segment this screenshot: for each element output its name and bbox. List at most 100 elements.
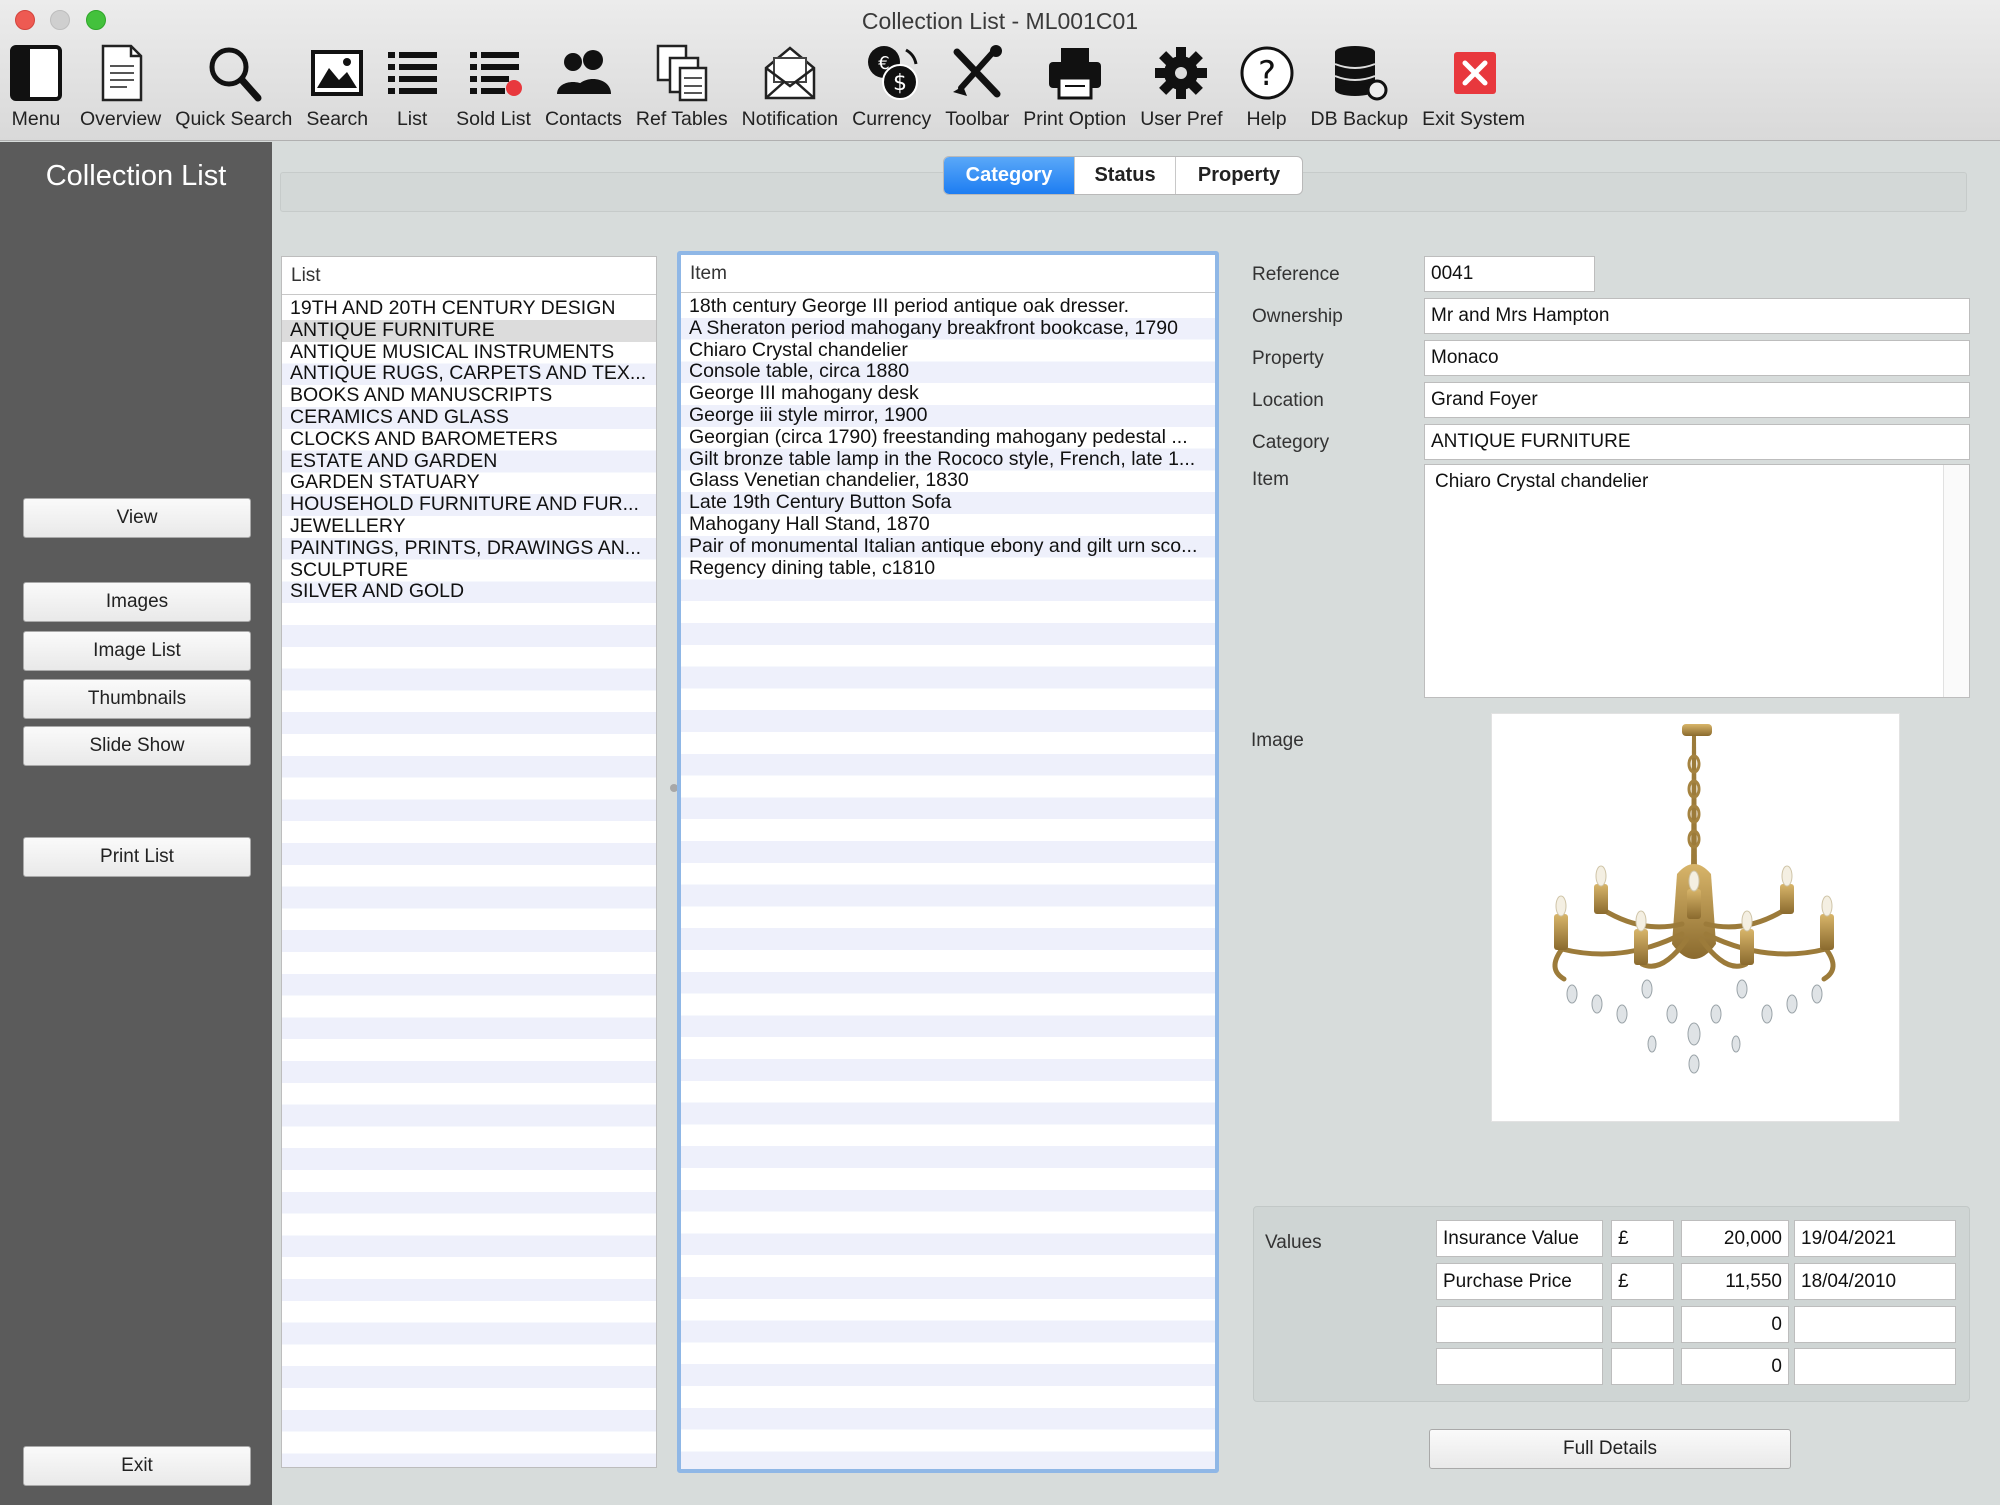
toolbar-sold-list-button[interactable]: Sold List (456, 42, 531, 131)
envelope-icon (764, 46, 816, 100)
magnifier-icon (209, 47, 262, 102)
slide-show-button[interactable]: Slide Show (23, 726, 251, 766)
list-item[interactable]: CERAMICS AND GLASS (282, 407, 656, 429)
property-field[interactable]: Monaco (1424, 340, 1970, 376)
currency-icon: €$ (867, 46, 918, 100)
list-item[interactable]: Gilt bronze table lamp in the Rococo sty… (681, 449, 1215, 471)
list-item[interactable]: Regency dining table, c1810 (681, 558, 1215, 580)
picture-icon (311, 50, 364, 96)
list-item[interactable]: ESTATE AND GARDEN (282, 451, 656, 473)
toolbar-notification-button[interactable]: Notification (742, 42, 838, 131)
value-amount-field[interactable]: 0 (1681, 1348, 1789, 1385)
database-icon (1334, 46, 1388, 101)
value-date-field[interactable]: 19/04/2021 (1794, 1220, 1956, 1257)
list-item[interactable]: Late 19th Century Button Sofa (681, 492, 1215, 514)
list-item[interactable]: Mahogany Hall Stand, 1870 (681, 514, 1215, 536)
view-button[interactable]: View (23, 498, 251, 538)
value-currency-field[interactable]: £ (1611, 1263, 1674, 1300)
toolbar-contacts-button[interactable]: Contacts (545, 42, 622, 131)
value-date-field[interactable] (1794, 1306, 1956, 1343)
list-item[interactable]: CLOCKS AND BAROMETERS (282, 429, 656, 451)
toolbar-toolbar-button[interactable]: Toolbar (945, 42, 1009, 131)
toolbar-list-button[interactable]: List (382, 42, 442, 131)
images-button[interactable]: Images (23, 582, 251, 622)
value-date-field[interactable] (1794, 1348, 1956, 1385)
list-item[interactable]: SILVER AND GOLD (282, 581, 656, 603)
exit-icon (1453, 52, 1496, 94)
list-item[interactable]: BOOKS AND MANUSCRIPTS (282, 385, 656, 407)
toolbar-ref-tables-button[interactable]: Ref Tables (636, 42, 728, 131)
title-bar: Collection List - ML001C01 Menu Overview… (0, 0, 2000, 141)
tab-status[interactable]: Status (1075, 157, 1176, 194)
value-date-field[interactable]: 18/04/2010 (1794, 1263, 1956, 1300)
list-item[interactable]: GARDEN STATUARY (282, 472, 656, 494)
toolbar-exit-system-button[interactable]: Exit System (1422, 42, 1525, 131)
value-amount-field[interactable]: 20,000 (1681, 1220, 1789, 1257)
full-details-button[interactable]: Full Details (1429, 1429, 1791, 1469)
list-item[interactable]: PAINTINGS, PRINTS, DRAWINGS AN... (282, 538, 656, 560)
item-image[interactable] (1491, 713, 1900, 1122)
item-list[interactable]: Item 18th century George III period anti… (677, 251, 1219, 1473)
toolbar-search-button[interactable]: Search (306, 42, 368, 131)
image-list-button[interactable]: Image List (23, 631, 251, 671)
sold-list-icon (469, 52, 522, 96)
list-item[interactable]: Chiaro Crystal chandelier (681, 340, 1215, 362)
list-item[interactable]: 19TH AND 20TH CENTURY DESIGN (282, 298, 656, 320)
category-field[interactable]: ANTIQUE FURNITURE (1424, 424, 1970, 460)
toolbar-quick-search-button[interactable]: Quick Search (175, 42, 292, 131)
toolbar-print-option-button[interactable]: Print Option (1023, 42, 1126, 131)
list-item[interactable]: George iii style mirror, 1900 (681, 405, 1215, 427)
value-type-field[interactable] (1436, 1348, 1603, 1385)
toolbar-currency-button[interactable]: € $ Currency (852, 42, 931, 131)
tab-property[interactable]: Property (1176, 157, 1302, 194)
ownership-field[interactable]: Mr and Mrs Hampton (1424, 298, 1970, 334)
list-item[interactable]: HOUSEHOLD FURNITURE AND FUR... (282, 494, 656, 516)
list-item[interactable]: George III mahogany desk (681, 383, 1215, 405)
people-icon (557, 50, 612, 94)
toolbar: Menu Overview Quick Search Search List S… (6, 42, 1539, 131)
list-item[interactable]: ANTIQUE MUSICAL INSTRUMENTS (282, 342, 656, 364)
thumbnails-button[interactable]: Thumbnails (23, 679, 251, 719)
image-label: Image (1251, 730, 1304, 751)
toolbar-help-button[interactable]: ? Help (1237, 42, 1297, 131)
list-item[interactable]: SCULPTURE (282, 560, 656, 582)
printer-icon (1048, 48, 1101, 100)
value-type-field[interactable]: Purchase Price (1436, 1263, 1603, 1300)
value-type-field[interactable] (1436, 1306, 1603, 1343)
toolbar-overview-button[interactable]: Overview (80, 42, 161, 131)
list-item[interactable]: JEWELLERY (282, 516, 656, 538)
list-item[interactable]: ANTIQUE FURNITURE (282, 319, 656, 342)
category-list[interactable]: List 19TH AND 20TH CENTURY DESIGN ANTIQUE… (281, 256, 657, 1468)
list-item[interactable]: A Sheraton period mahogany breakfront bo… (681, 318, 1215, 340)
value-currency-field[interactable] (1611, 1306, 1674, 1343)
tab-category[interactable]: Category (944, 157, 1075, 194)
item-list-rows: 18th century George III period antique o… (681, 296, 1215, 1469)
toolbar-db-backup-button[interactable]: DB Backup (1311, 42, 1408, 131)
list-item[interactable]: Pair of monumental Italian antique ebony… (681, 536, 1215, 558)
value-type-field[interactable]: Insurance Value (1436, 1220, 1603, 1257)
help-icon: ? (1240, 46, 1294, 100)
document-icon (101, 44, 142, 102)
value-currency-field[interactable] (1611, 1348, 1674, 1385)
item-description-scrollbar[interactable] (1943, 465, 1969, 697)
values-label: Values (1265, 1232, 1322, 1253)
item-description-field[interactable]: Chiaro Crystal chandelier (1424, 464, 1970, 698)
list-icon (388, 52, 438, 94)
list-item[interactable]: 18th century George III period antique o… (681, 296, 1215, 318)
print-list-button[interactable]: Print List (23, 837, 251, 877)
list-item[interactable]: Georgian (circa 1790) freestanding mahog… (681, 427, 1215, 449)
value-amount-field[interactable]: 0 (1681, 1306, 1789, 1343)
value-currency-field[interactable]: £ (1611, 1220, 1674, 1257)
reference-field[interactable]: 0041 (1424, 256, 1595, 292)
list-item[interactable]: Console table, circa 1880 (681, 361, 1215, 383)
value-amount-field[interactable]: 11,550 (1681, 1263, 1789, 1300)
toolbar-user-pref-button[interactable]: User Pref (1140, 42, 1223, 131)
category-label: Category (1252, 432, 1330, 453)
exit-button[interactable]: Exit (23, 1446, 251, 1486)
svg-text:?: ? (1258, 54, 1276, 94)
item-label: Item (1252, 469, 1289, 490)
location-field[interactable]: Grand Foyer (1424, 382, 1970, 418)
toolbar-menu-button[interactable]: Menu (6, 42, 66, 131)
list-item[interactable]: Glass Venetian chandelier, 1830 (681, 470, 1215, 492)
list-item[interactable]: ANTIQUE RUGS, CARPETS AND TEX... (282, 363, 656, 385)
